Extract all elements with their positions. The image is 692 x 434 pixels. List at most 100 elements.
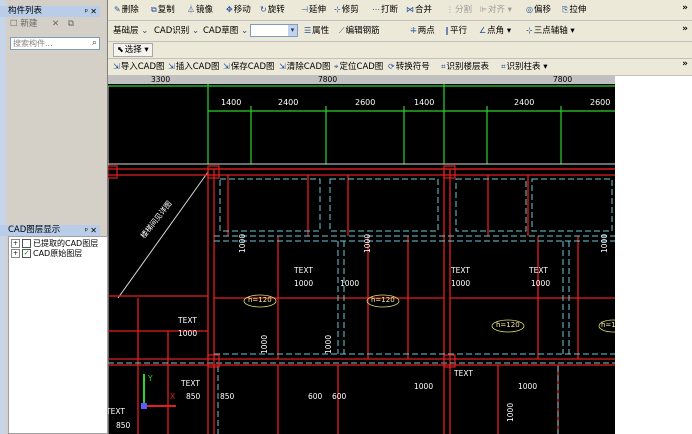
floor-select[interactable]: 基础层 ⌄ [113, 24, 148, 38]
select-button[interactable]: ⬉选择 ▾ [113, 43, 153, 57]
label: 删除 [121, 5, 139, 15]
copy-component-icon[interactable]: ⧉ [68, 19, 74, 29]
layer-checkbox[interactable]: ✓ [22, 249, 31, 258]
three-point-icon: ⊹ [526, 26, 533, 35]
beam-lines [108, 168, 615, 434]
copy-button[interactable]: ⧉复制 [151, 3, 175, 17]
expand-icon[interactable]: + [11, 249, 20, 258]
dimension-label: 2400 [278, 98, 299, 107]
label: 对齐 [487, 5, 505, 15]
component-list-header: 构件列表 ᵖ ✕ [0, 6, 100, 17]
pin-icon[interactable]: ᵖ [85, 6, 88, 17]
dimension-label: 1400 [414, 98, 435, 107]
label: 清除CAD图 [286, 62, 331, 72]
point-angle-button[interactable]: ∠点角 ▾ [479, 24, 511, 38]
save-icon: ⇲ [223, 62, 230, 71]
trim-button[interactable]: ⊹修剪 [334, 3, 359, 17]
stretch-icon: ⎘ [562, 5, 569, 14]
import-cad-button[interactable]: ⇲导入CAD图 [113, 60, 165, 74]
value-label: 600 [308, 392, 323, 401]
label: 镜像 [196, 5, 214, 15]
merge-button[interactable]: ⋈合并 [406, 3, 432, 17]
component-select[interactable]: ▾ [250, 24, 298, 37]
cad-layer-tree: + 已提取的CAD图层 + ✓ CAD原始图层 [8, 236, 108, 434]
dimension-label: 2600 [355, 98, 376, 107]
table-icon: ⌗ [441, 62, 446, 71]
offset-button[interactable]: ◎偏移 [526, 3, 551, 17]
component-search-input[interactable]: 搜索构件... [10, 37, 100, 50]
ruler-label: 7800 [553, 76, 573, 84]
cad-layer-title: CAD图层显示 [8, 225, 61, 235]
copy-icon: ⧉ [151, 5, 157, 14]
pin-icon[interactable]: ᵖ [85, 225, 88, 236]
left-dock-strip [0, 0, 6, 434]
split-button[interactable]: ⋮分割 [446, 3, 472, 17]
cad-sketch-select[interactable]: CAD草图 ⌄ [203, 24, 248, 38]
search-icon[interactable]: ⌕ [89, 38, 100, 49]
tree-item-extracted-layers[interactable]: + 已提取的CAD图层 [11, 239, 98, 249]
delete-component-icon[interactable]: ✕ [52, 19, 59, 29]
height-label: h=120 [496, 321, 520, 329]
rebar-icon: ⟋ [339, 26, 345, 35]
label: 偏移 [533, 5, 551, 15]
value-label: 1000 [238, 233, 247, 253]
label: 插入CAD图 [175, 62, 220, 72]
label: 导入CAD图 [120, 62, 165, 72]
insert-cad-button[interactable]: ⇲插入CAD图 [168, 60, 220, 74]
text-label: TEXT [108, 407, 125, 416]
identify-column-table-button[interactable]: ⌗识别柱表 ▾ [501, 60, 548, 74]
rotate-button[interactable]: ↻旋转 [260, 3, 285, 17]
move-button[interactable]: ✥移动 [226, 3, 251, 17]
locate-cad-button[interactable]: ⌖定位CAD图 [334, 60, 383, 74]
identify-floor-table-button[interactable]: ⌗识别楼层表 [441, 60, 489, 74]
save-cad-button[interactable]: ⇲保存CAD图 [223, 60, 275, 74]
two-points-button[interactable]: ⁜两点 [410, 24, 435, 38]
text-label: TEXT [529, 266, 548, 275]
height-label: h=120 [248, 296, 272, 304]
new-component-button[interactable]: ☐ 新建 [10, 19, 43, 29]
select-toolbar: ⬉选择 ▾ [108, 42, 692, 59]
label: 复制 [157, 5, 175, 15]
wall-lines [108, 178, 615, 434]
value-label: 1000 [340, 279, 360, 288]
axis-x-label: X [170, 392, 176, 401]
mirror-button[interactable]: ⏃镜像 [187, 3, 213, 17]
delete-button[interactable]: ✎删除 [114, 3, 139, 17]
value-label: 850 [220, 392, 235, 401]
extend-button[interactable]: ⊣延伸 [301, 3, 326, 17]
dimension-label: 1400 [221, 98, 242, 107]
text-label: TEXT [181, 379, 200, 388]
overflow-chevron-icon[interactable]: » [682, 24, 688, 34]
label: 识别柱表 [506, 62, 541, 72]
cad-identify-select[interactable]: CAD识别 ⌄ [154, 24, 199, 38]
value-label: 1000 [451, 279, 471, 288]
properties-icon: ☰ [304, 26, 312, 35]
properties-button[interactable]: ☰属性 [304, 24, 329, 38]
stretch-button[interactable]: ⎘拉伸 [562, 3, 586, 17]
floor-value: 基础层 [113, 26, 139, 36]
align-button[interactable]: ⊫对齐 ▾ [480, 3, 512, 17]
layer-checkbox[interactable] [22, 239, 31, 248]
mirror-icon: ⏃ [187, 5, 195, 14]
label: 移动 [233, 5, 251, 15]
value-label: 1000 [178, 329, 198, 338]
parallel-icon: ∥ [445, 26, 449, 35]
component-toolbar: ☐ 新建 ✕ ⧉ [10, 17, 80, 29]
three-point-axis-button[interactable]: ⊹三点辅轴 ▾ [526, 24, 575, 38]
clear-cad-button[interactable]: ⇲清除CAD图 [279, 60, 331, 74]
top-ruler: 3300 7800 7800 [108, 76, 615, 84]
convert-symbol-button[interactable]: ⟳转换符号 [388, 60, 430, 74]
tree-item-label: CAD原始图层 [33, 249, 83, 258]
pencil-icon: ✎ [114, 5, 121, 14]
edit-rebar-button[interactable]: ⟋编辑钢筋 [339, 24, 380, 38]
tree-item-original-layers[interactable]: + ✓ CAD原始图层 [11, 249, 82, 259]
cad-drawing-canvas[interactable]: 3300 7800 7800 1400 2400 2600 1400 2400 … [108, 76, 615, 434]
overflow-chevron-icon[interactable]: » [682, 59, 688, 69]
parallel-button[interactable]: ∥平行 [445, 24, 467, 38]
close-icon[interactable]: ✕ [90, 225, 97, 236]
break-button[interactable]: ⋯打断 [372, 3, 398, 17]
close-icon[interactable]: ✕ [90, 6, 97, 17]
expand-icon[interactable]: + [11, 239, 20, 248]
chevron-down-icon: ⌄ [141, 26, 149, 36]
overflow-chevron-icon[interactable]: » [682, 3, 688, 13]
